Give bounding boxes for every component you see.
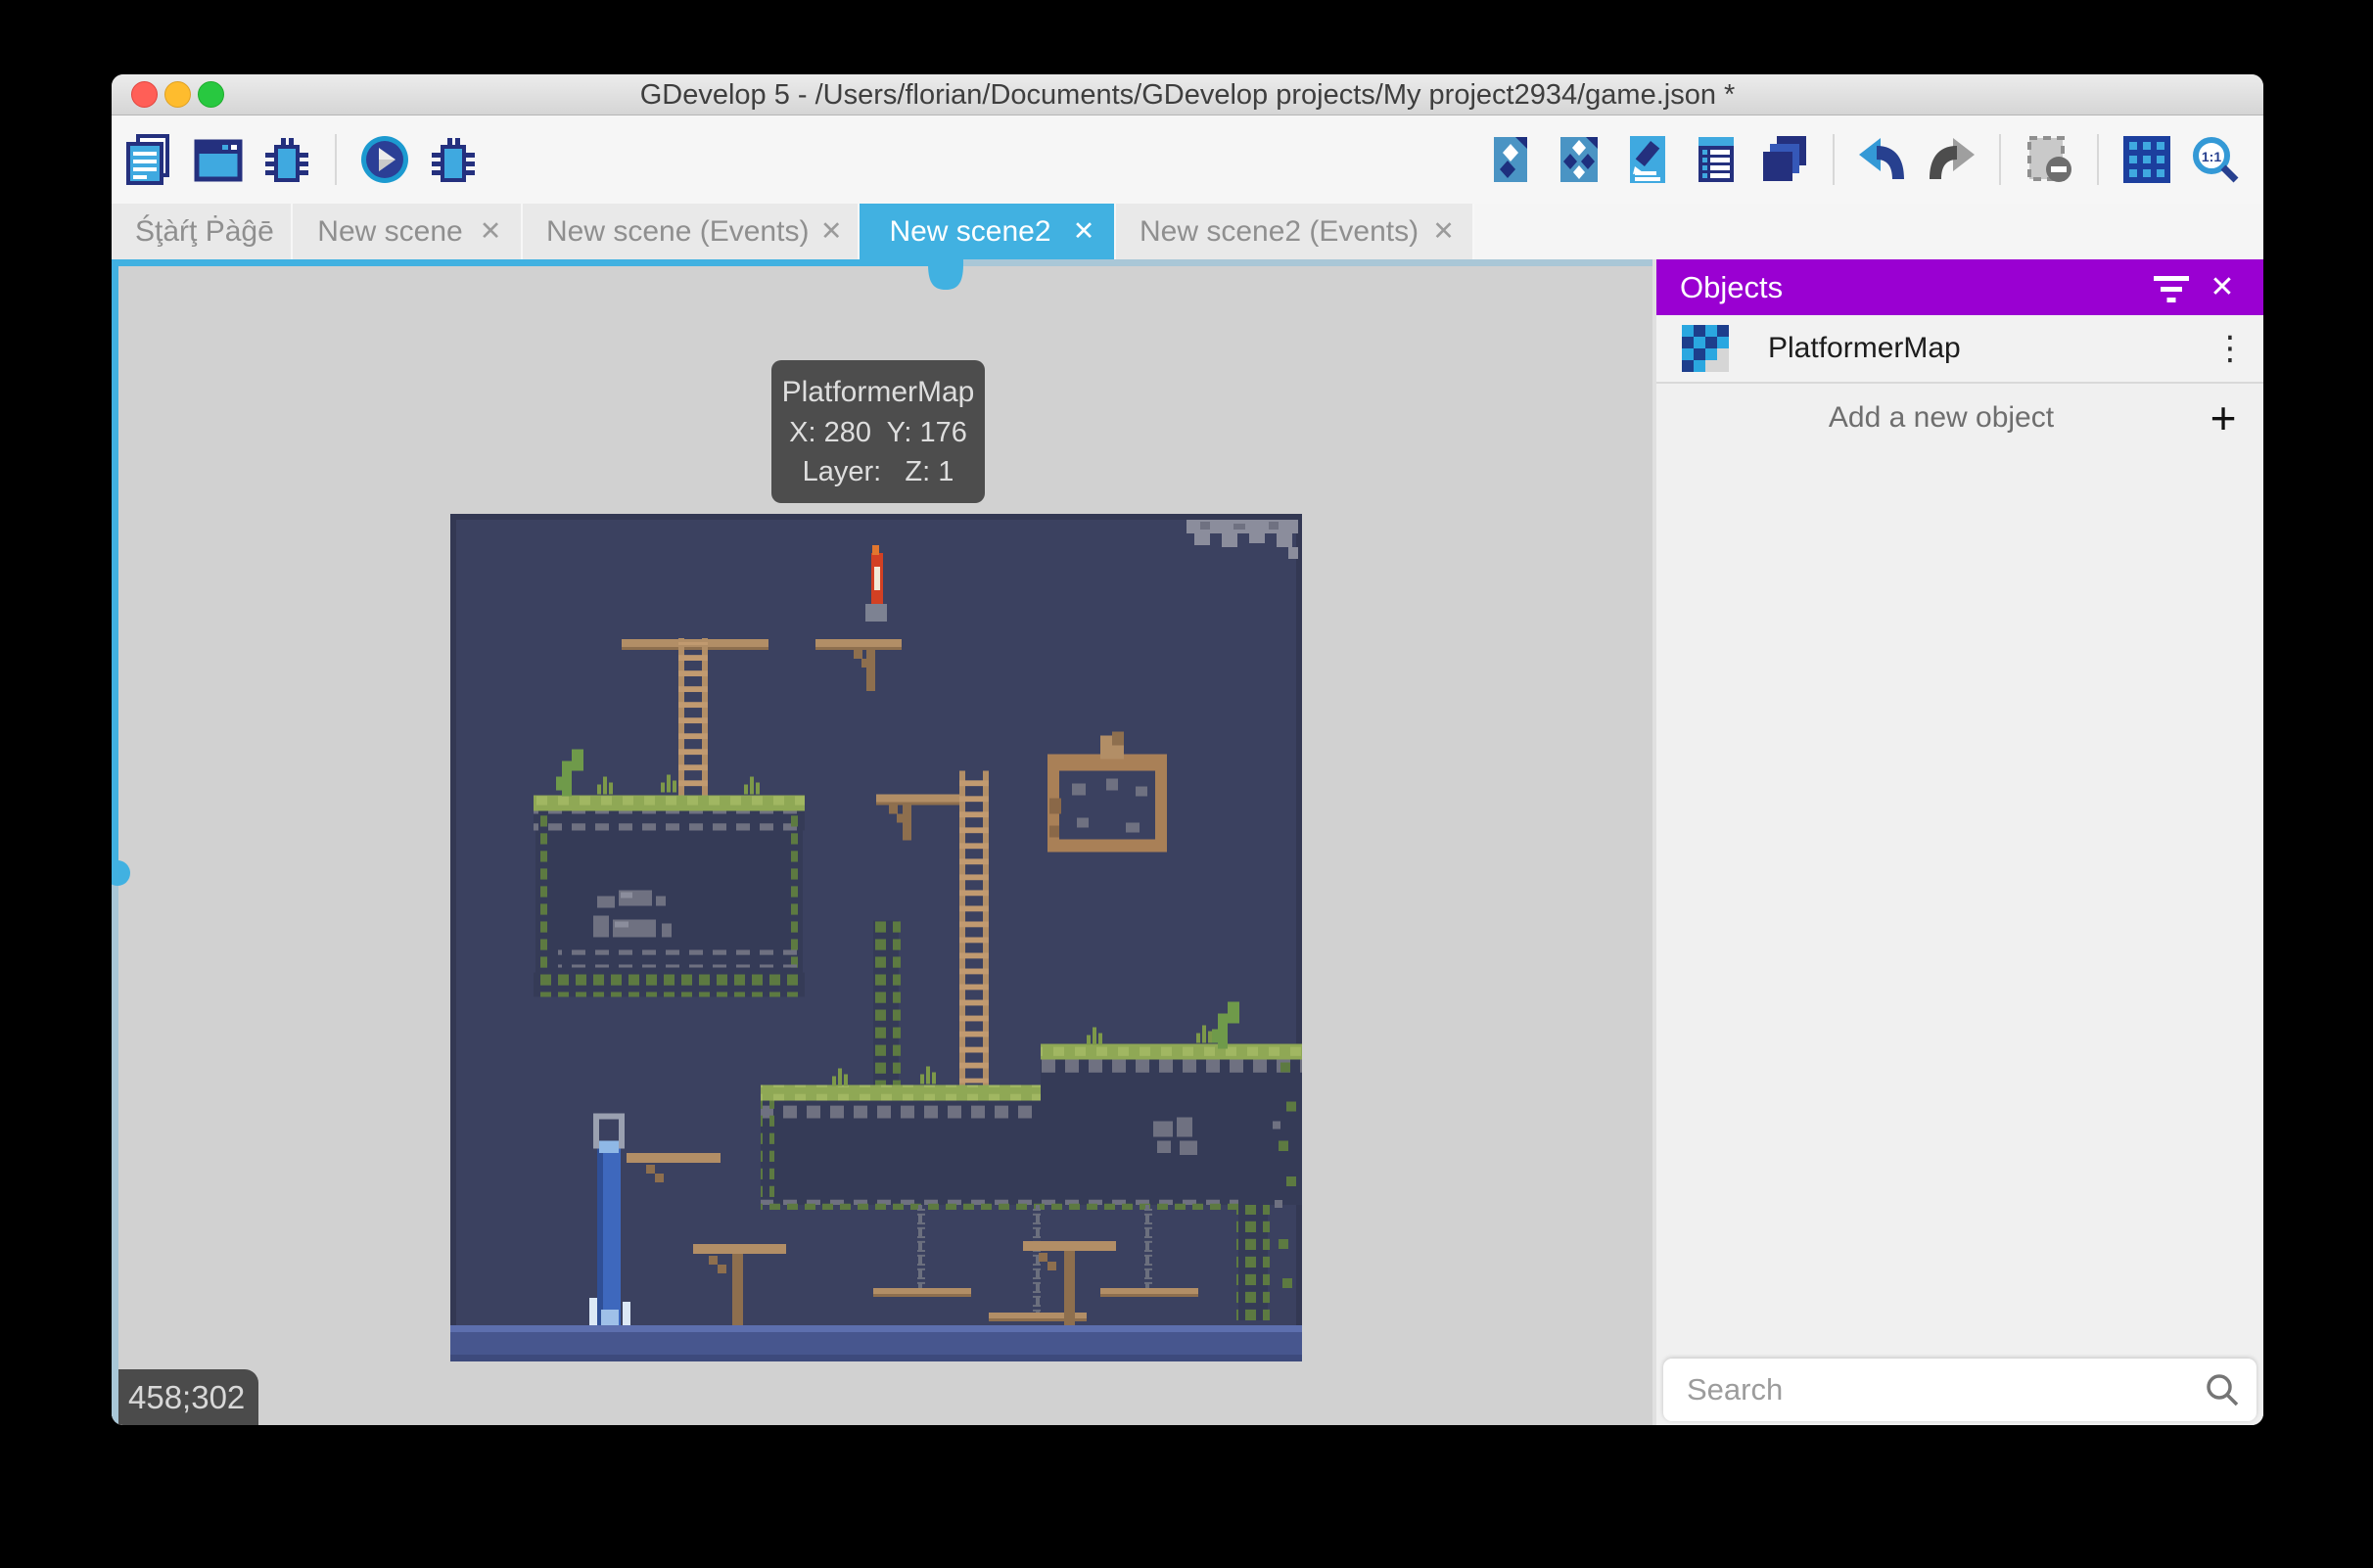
platformer-map-instance[interactable]: [450, 514, 1302, 1361]
undo-icon[interactable]: [1856, 133, 1909, 186]
cursor-coordinates-badge: 458;302: [118, 1369, 258, 1425]
objects-panel-header: Objects ✕: [1656, 259, 2263, 315]
objects-panel: Objects ✕ PlatformerMap ⋮ Add a new obje…: [1656, 259, 2263, 1425]
scene-canvas[interactable]: PlatformerMap X: 280 Y: 176 Layer: Z: 1 …: [112, 259, 1652, 1425]
add-object-label: Add a new object: [1682, 401, 2201, 435]
panel-drag-handle-icon[interactable]: [928, 259, 963, 291]
object-search-box: [1663, 1359, 2257, 1421]
objects-editor-icon[interactable]: [1484, 133, 1537, 186]
add-object-plus-icon[interactable]: +: [2201, 392, 2246, 444]
filter-icon[interactable]: [2144, 268, 2199, 307]
tab-close-icon[interactable]: ✕: [1428, 216, 1459, 247]
window-title: GDevelop 5 - /Users/florian/Documents/GD…: [112, 74, 2263, 115]
panel-border-left: [112, 259, 118, 873]
panel-drag-circle-handle[interactable]: [112, 860, 130, 886]
properties-icon[interactable]: [1621, 133, 1674, 186]
tooltip-layer: Layer: Z: 1: [779, 452, 977, 491]
panel-border-left-pale: [112, 873, 118, 1425]
gdevelop-window: GDevelop 5 - /Users/florian/Documents/GD…: [112, 74, 2263, 1425]
object-name: PlatformerMap: [1768, 332, 2210, 365]
search-icon: [2204, 1371, 2241, 1408]
object-menu-icon[interactable]: ⋮: [2210, 329, 2250, 368]
add-object-row[interactable]: Add a new object +: [1656, 386, 2263, 450]
svg-text:1:1: 1:1: [2202, 149, 2221, 164]
toolbar-left-group: [123, 115, 480, 204]
scene-window-icon[interactable]: [192, 133, 245, 186]
mask-visibility-icon[interactable]: [2023, 133, 2075, 186]
layers-icon[interactable]: [1758, 133, 1811, 186]
tab-close-icon[interactable]: ✕: [818, 216, 844, 247]
tab-new-scene[interactable]: New scene ✕: [293, 204, 523, 259]
tab-new-scene2[interactable]: New scene2 ✕: [860, 204, 1116, 259]
tab-start-page[interactable]: Śţàŕţ Ṗàĝē: [112, 204, 293, 259]
panel-border-top-pale: [945, 259, 1652, 266]
toolbar-separator: [335, 134, 337, 185]
tooltip-position: X: 280 Y: 176: [779, 413, 977, 452]
scene-tab-bar: Śţàŕţ Ṗàĝē New scene ✕ New scene (Events…: [112, 204, 2263, 259]
project-manager-icon[interactable]: [123, 133, 176, 186]
title-bar: GDevelop 5 - /Users/florian/Documents/GD…: [112, 74, 2263, 115]
content-area: PlatformerMap X: 280 Y: 176 Layer: Z: 1 …: [112, 259, 2263, 1425]
object-groups-icon[interactable]: [1553, 133, 1605, 186]
search-input[interactable]: [1685, 1371, 2204, 1408]
object-list-item[interactable]: PlatformerMap ⋮: [1656, 315, 2263, 384]
panel-close-icon[interactable]: ✕: [2199, 270, 2246, 304]
panel-border-top: [112, 259, 945, 266]
toolbar-separator: [1833, 134, 1835, 185]
tooltip-object-name: PlatformerMap: [779, 372, 977, 413]
object-thumbnail: [1682, 325, 1729, 372]
toolbar-right-group: 1:1: [1484, 115, 2242, 204]
instances-list-icon[interactable]: [1690, 133, 1743, 186]
tab-close-icon[interactable]: ✕: [1067, 216, 1100, 247]
toolbar-separator: [1999, 134, 2001, 185]
tab-close-icon[interactable]: ✕: [474, 216, 507, 247]
instance-tooltip: PlatformerMap X: 280 Y: 176 Layer: Z: 1: [771, 360, 985, 503]
zoom-original-icon[interactable]: 1:1: [2189, 133, 2242, 186]
redo-icon[interactable]: [1925, 133, 1978, 186]
preview-play-button[interactable]: [358, 133, 411, 186]
debug-run-icon[interactable]: [427, 133, 480, 186]
toolbar-separator: [2097, 134, 2099, 185]
tab-new-scene-events[interactable]: New scene (Events) ✕: [523, 204, 860, 259]
objects-panel-title: Objects: [1680, 270, 2144, 305]
tab-new-scene2-events[interactable]: New scene2 (Events) ✕: [1116, 204, 1474, 259]
grid-icon[interactable]: [2120, 133, 2173, 186]
screen: GDevelop 5 - /Users/florian/Documents/GD…: [0, 0, 2373, 1568]
main-toolbar: 1:1: [112, 115, 2263, 204]
debugger-icon[interactable]: [260, 133, 313, 186]
